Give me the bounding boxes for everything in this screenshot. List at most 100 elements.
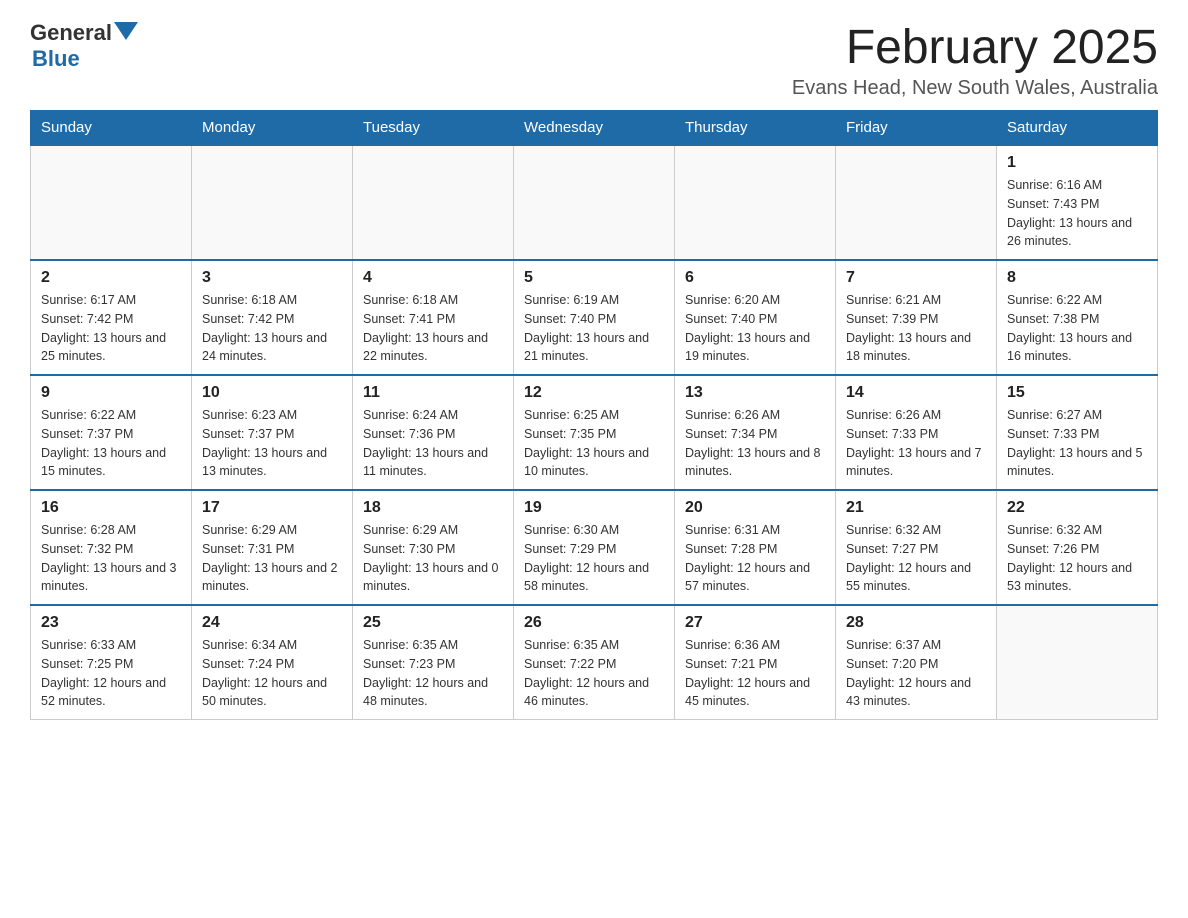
day-cell-1-2 [192, 145, 353, 260]
day-info: Sunrise: 6:26 AMSunset: 7:33 PMDaylight:… [846, 406, 986, 481]
day-number: 14 [846, 384, 986, 402]
day-number: 27 [685, 614, 825, 632]
day-cell-1-5 [675, 145, 836, 260]
day-headers-row: Sunday Monday Tuesday Wednesday Thursday… [31, 111, 1158, 146]
day-number: 28 [846, 614, 986, 632]
day-number: 15 [1007, 384, 1147, 402]
day-number: 19 [524, 499, 664, 517]
day-number: 16 [41, 499, 181, 517]
week-row-1: 1 Sunrise: 6:16 AMSunset: 7:43 PMDaylight… [31, 145, 1158, 260]
day-info: Sunrise: 6:32 AMSunset: 7:26 PMDaylight:… [1007, 521, 1147, 596]
day-number: 12 [524, 384, 664, 402]
day-info: Sunrise: 6:22 AMSunset: 7:38 PMDaylight:… [1007, 291, 1147, 366]
day-info: Sunrise: 6:18 AMSunset: 7:41 PMDaylight:… [363, 291, 503, 366]
day-cell-3-3: 11 Sunrise: 6:24 AMSunset: 7:36 PMDayligh… [353, 375, 514, 490]
day-number: 26 [524, 614, 664, 632]
day-info: Sunrise: 6:21 AMSunset: 7:39 PMDaylight:… [846, 291, 986, 366]
day-cell-5-7 [997, 605, 1158, 720]
week-row-4: 16 Sunrise: 6:28 AMSunset: 7:32 PMDayligh… [31, 490, 1158, 605]
day-number: 3 [202, 269, 342, 287]
day-number: 9 [41, 384, 181, 402]
day-cell-5-5: 27 Sunrise: 6:36 AMSunset: 7:21 PMDayligh… [675, 605, 836, 720]
day-number: 25 [363, 614, 503, 632]
day-info: Sunrise: 6:35 AMSunset: 7:22 PMDaylight:… [524, 636, 664, 711]
day-cell-3-5: 13Sunrise: 6:26 AMSunset: 7:34 PMDayligh… [675, 375, 836, 490]
day-info: Sunrise: 6:32 AMSunset: 7:27 PMDaylight:… [846, 521, 986, 596]
day-info: Sunrise: 6:34 AMSunset: 7:24 PMDaylight:… [202, 636, 342, 711]
day-info: Sunrise: 6:29 AMSunset: 7:31 PMDaylight:… [202, 521, 342, 596]
day-number: 1 [1007, 154, 1147, 172]
day-cell-2-7: 8Sunrise: 6:22 AMSunset: 7:38 PMDaylight… [997, 260, 1158, 375]
day-info: Sunrise: 6:28 AMSunset: 7:32 PMDaylight:… [41, 521, 181, 596]
day-number: 11 [363, 384, 503, 402]
day-info: Sunrise: 6:26 AMSunset: 7:34 PMDaylight:… [685, 406, 825, 481]
day-info: Sunrise: 6:23 AMSunset: 7:37 PMDaylight:… [202, 406, 342, 481]
day-cell-2-1: 2 Sunrise: 6:17 AMSunset: 7:42 PMDaylight… [31, 260, 192, 375]
day-number: 17 [202, 499, 342, 517]
day-cell-4-1: 16 Sunrise: 6:28 AMSunset: 7:32 PMDayligh… [31, 490, 192, 605]
day-cell-4-7: 22 Sunrise: 6:32 AMSunset: 7:26 PMDayligh… [997, 490, 1158, 605]
day-cell-2-4: 5 Sunrise: 6:19 AMSunset: 7:40 PMDaylight… [514, 260, 675, 375]
header-friday: Friday [836, 111, 997, 146]
calendar-title: February 2025 [792, 20, 1158, 75]
day-info: Sunrise: 6:16 AMSunset: 7:43 PMDaylight:… [1007, 176, 1147, 251]
title-section: February 2025 Evans Head, New South Wale… [792, 20, 1158, 100]
day-cell-4-4: 19 Sunrise: 6:30 AMSunset: 7:29 PMDayligh… [514, 490, 675, 605]
day-info: Sunrise: 6:29 AMSunset: 7:30 PMDaylight:… [363, 521, 503, 596]
week-row-5: 23 Sunrise: 6:33 AMSunset: 7:25 PMDayligh… [31, 605, 1158, 720]
day-cell-3-6: 14 Sunrise: 6:26 AMSunset: 7:33 PMDayligh… [836, 375, 997, 490]
week-row-2: 2 Sunrise: 6:17 AMSunset: 7:42 PMDaylight… [31, 260, 1158, 375]
day-number: 5 [524, 269, 664, 287]
day-info: Sunrise: 6:30 AMSunset: 7:29 PMDaylight:… [524, 521, 664, 596]
logo: General Blue [30, 20, 138, 72]
day-info: Sunrise: 6:36 AMSunset: 7:21 PMDaylight:… [685, 636, 825, 711]
day-info: Sunrise: 6:27 AMSunset: 7:33 PMDaylight:… [1007, 406, 1147, 481]
day-info: Sunrise: 6:35 AMSunset: 7:23 PMDaylight:… [363, 636, 503, 711]
day-cell-3-4: 12 Sunrise: 6:25 AMSunset: 7:35 PMDayligh… [514, 375, 675, 490]
day-cell-1-7: 1 Sunrise: 6:16 AMSunset: 7:43 PMDaylight… [997, 145, 1158, 260]
day-number: 21 [846, 499, 986, 517]
day-info: Sunrise: 6:19 AMSunset: 7:40 PMDaylight:… [524, 291, 664, 366]
logo-general-text: General [30, 20, 112, 46]
day-number: 20 [685, 499, 825, 517]
day-info: Sunrise: 6:20 AMSunset: 7:40 PMDaylight:… [685, 291, 825, 366]
day-number: 24 [202, 614, 342, 632]
day-cell-2-3: 4 Sunrise: 6:18 AMSunset: 7:41 PMDaylight… [353, 260, 514, 375]
day-cell-3-2: 10 Sunrise: 6:23 AMSunset: 7:37 PMDayligh… [192, 375, 353, 490]
page-header: General Blue February 2025 Evans Head, N… [30, 20, 1158, 100]
day-cell-3-1: 9 Sunrise: 6:22 AMSunset: 7:37 PMDaylight… [31, 375, 192, 490]
day-cell-4-5: 20 Sunrise: 6:31 AMSunset: 7:28 PMDayligh… [675, 490, 836, 605]
day-cell-1-1 [31, 145, 192, 260]
day-cell-5-3: 25 Sunrise: 6:35 AMSunset: 7:23 PMDayligh… [353, 605, 514, 720]
calendar-subtitle: Evans Head, New South Wales, Australia [792, 77, 1158, 100]
week-row-3: 9 Sunrise: 6:22 AMSunset: 7:37 PMDaylight… [31, 375, 1158, 490]
day-info: Sunrise: 6:31 AMSunset: 7:28 PMDaylight:… [685, 521, 825, 596]
day-number: 10 [202, 384, 342, 402]
day-cell-1-6 [836, 145, 997, 260]
header-sunday: Sunday [31, 111, 192, 146]
day-cell-1-4 [514, 145, 675, 260]
day-number: 23 [41, 614, 181, 632]
day-number: 22 [1007, 499, 1147, 517]
day-info: Sunrise: 6:17 AMSunset: 7:42 PMDaylight:… [41, 291, 181, 366]
day-info: Sunrise: 6:22 AMSunset: 7:37 PMDaylight:… [41, 406, 181, 481]
day-cell-4-3: 18 Sunrise: 6:29 AMSunset: 7:30 PMDayligh… [353, 490, 514, 605]
day-number: 4 [363, 269, 503, 287]
day-cell-4-2: 17 Sunrise: 6:29 AMSunset: 7:31 PMDayligh… [192, 490, 353, 605]
header-saturday: Saturday [997, 111, 1158, 146]
day-cell-2-2: 3 Sunrise: 6:18 AMSunset: 7:42 PMDaylight… [192, 260, 353, 375]
day-info: Sunrise: 6:18 AMSunset: 7:42 PMDaylight:… [202, 291, 342, 366]
header-wednesday: Wednesday [514, 111, 675, 146]
day-info: Sunrise: 6:24 AMSunset: 7:36 PMDaylight:… [363, 406, 503, 481]
header-monday: Monday [192, 111, 353, 146]
day-info: Sunrise: 6:25 AMSunset: 7:35 PMDaylight:… [524, 406, 664, 481]
day-cell-2-5: 6Sunrise: 6:20 AMSunset: 7:40 PMDaylight… [675, 260, 836, 375]
logo-arrow-icon [114, 22, 138, 40]
header-tuesday: Tuesday [353, 111, 514, 146]
day-number: 2 [41, 269, 181, 287]
day-cell-2-6: 7Sunrise: 6:21 AMSunset: 7:39 PMDaylight… [836, 260, 997, 375]
day-number: 18 [363, 499, 503, 517]
day-cell-5-4: 26 Sunrise: 6:35 AMSunset: 7:22 PMDayligh… [514, 605, 675, 720]
day-cell-5-6: 28Sunrise: 6:37 AMSunset: 7:20 PMDayligh… [836, 605, 997, 720]
day-info: Sunrise: 6:33 AMSunset: 7:25 PMDaylight:… [41, 636, 181, 711]
